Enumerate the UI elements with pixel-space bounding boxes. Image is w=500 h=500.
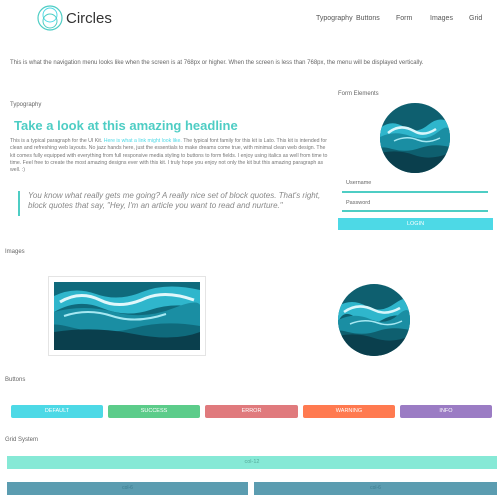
grid-col-6-left: col-6	[7, 482, 248, 495]
nav-grid[interactable]: Grid	[469, 15, 482, 22]
grid-col-12: col-12	[7, 456, 497, 469]
form-section-label: Form Elements	[338, 91, 379, 97]
blockquote: You know what really gets me going? A re…	[28, 191, 321, 210]
para-text-before: This is a typical paragraph for the UI K…	[10, 138, 104, 144]
nav-buttons[interactable]: Buttons	[356, 15, 380, 22]
typography-section-label: Typography	[10, 102, 42, 108]
default-button[interactable]: DEFAULT	[11, 405, 103, 418]
nav-typography[interactable]: Typography	[316, 15, 353, 22]
password-underline	[342, 210, 488, 212]
login-button[interactable]: LOGIN	[338, 218, 493, 230]
warning-button[interactable]: WARNING	[303, 405, 395, 418]
nav-images[interactable]: Images	[430, 15, 453, 22]
grid-col-6-right: col-6	[254, 482, 497, 495]
wave-photo-frame	[48, 276, 206, 356]
grid-section-label: Grid System	[5, 437, 39, 443]
form-wave-circle-image	[380, 103, 450, 173]
intro-text: This is what the navigation menu looks l…	[10, 60, 424, 66]
success-button[interactable]: SUCCESS	[108, 405, 200, 418]
password-input[interactable]: Password	[346, 200, 370, 206]
wave-circle-image	[338, 284, 410, 356]
headline: Take a look at this amazing headline	[14, 118, 238, 133]
username-underline	[342, 191, 488, 193]
logo-text[interactable]: Circles	[66, 10, 112, 27]
images-section-label: Images	[5, 249, 25, 255]
username-input[interactable]: Username	[346, 180, 371, 186]
blockquote-bar	[18, 191, 20, 216]
sample-link[interactable]: Here is what a link might look like.	[104, 138, 182, 144]
typical-paragraph: This is a typical paragraph for the UI K…	[10, 138, 328, 174]
logo-circles-icon[interactable]	[37, 5, 63, 31]
buttons-section-label: Buttons	[5, 377, 26, 383]
info-button[interactable]: INFO	[400, 405, 492, 418]
error-button[interactable]: ERROR	[205, 405, 298, 418]
wave-photo	[54, 282, 200, 350]
nav-form[interactable]: Form	[396, 15, 412, 22]
